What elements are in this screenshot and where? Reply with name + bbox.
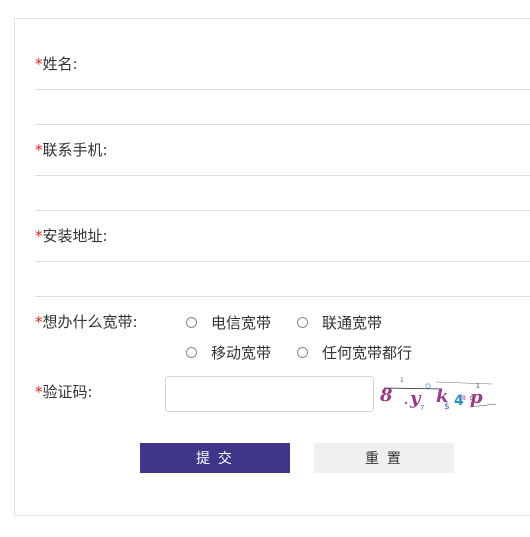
reset-button[interactable]: 重 置	[314, 443, 454, 473]
radio-circle[interactable]	[297, 317, 308, 328]
captcha-char: 8	[379, 385, 393, 406]
submit-button[interactable]: 提 交	[140, 443, 290, 473]
name-input[interactable]	[35, 56, 530, 90]
address-input[interactable]	[35, 228, 530, 262]
captcha-input[interactable]	[165, 376, 374, 412]
radio-telecom[interactable]: 电信宽带	[186, 312, 271, 333]
divider	[35, 296, 530, 297]
radio-circle[interactable]	[297, 347, 308, 358]
radio-circle[interactable]	[186, 317, 197, 328]
captcha-char: 4	[454, 393, 464, 409]
divider	[35, 124, 530, 125]
captcha-label: *验证码:	[35, 383, 93, 401]
svg-text:1: 1	[400, 377, 404, 384]
captcha-image[interactable]: 1 7 $ 8 1 8 y k 4 p	[376, 376, 496, 412]
captcha-char: k	[436, 386, 448, 407]
radio-mobile[interactable]: 移动宽带	[186, 342, 271, 363]
radio-circle[interactable]	[186, 347, 197, 358]
phone-input[interactable]	[35, 142, 530, 176]
radio-unicom[interactable]: 联通宽带	[297, 312, 382, 333]
svg-text:7: 7	[420, 404, 424, 412]
radio-any[interactable]: 任何宽带都行	[297, 342, 412, 363]
captcha-char: y	[409, 388, 422, 409]
form-panel	[14, 18, 530, 516]
captcha-char: p	[470, 387, 483, 408]
broadband-label: *想办什么宽带:	[35, 313, 138, 331]
divider	[35, 210, 530, 211]
